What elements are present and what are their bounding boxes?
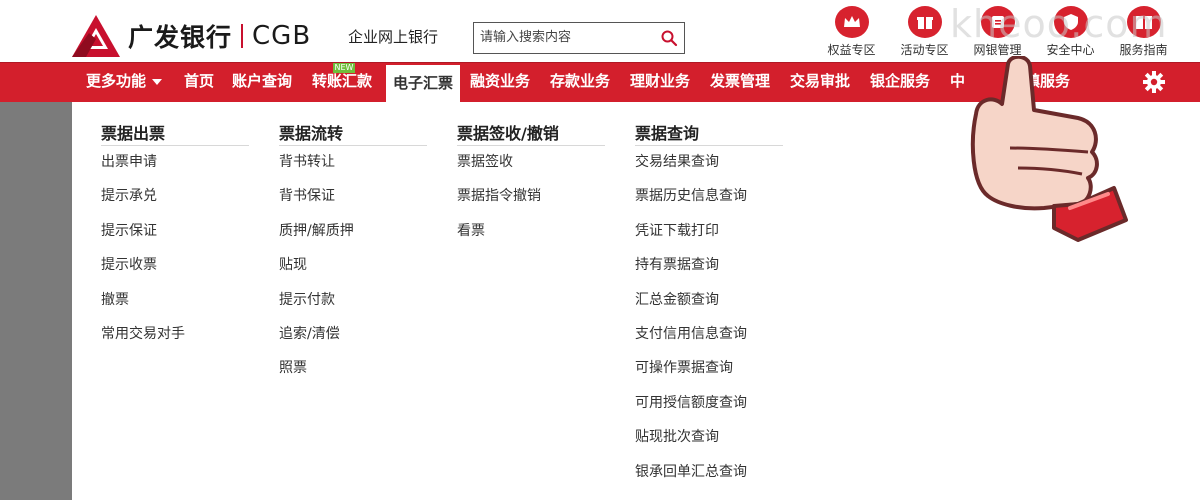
menu-column-title: 票据流转 xyxy=(279,102,427,146)
shortcut-benefits[interactable]: 权益专区 xyxy=(815,6,888,58)
menu-column-query: 票据查询 交易结果查询 票据历史信息查询 凭证下载打印 持有票据查询 汇总金额查… xyxy=(635,102,783,489)
menu-item[interactable]: 交易结果查询 xyxy=(635,145,783,179)
logo-en-text: CGB xyxy=(252,21,312,51)
menu-item[interactable]: 看票 xyxy=(457,214,605,248)
menu-item[interactable]: 常用交易对手 xyxy=(101,317,249,351)
logo-separator xyxy=(241,24,244,48)
gear-icon[interactable] xyxy=(1142,70,1166,94)
nav-item-home[interactable]: 首页 xyxy=(184,63,214,101)
header-bar: 广发银行 CGB 企业网上银行 权益专区 活动专区 网银管理 xyxy=(0,0,1200,62)
menu-item[interactable]: 出票申请 xyxy=(101,145,249,179)
menu-item[interactable]: 背书保证 xyxy=(279,179,427,213)
menu-item[interactable]: 可用授信额度查询 xyxy=(635,386,783,420)
nav-more-functions[interactable]: 更多功能 xyxy=(86,63,163,101)
cgb-logo-icon xyxy=(72,15,120,57)
nav-more-label: 更多功能 xyxy=(86,72,147,90)
menu-item[interactable]: 票据签收 xyxy=(457,145,605,179)
nav-item-invoice[interactable]: 发票管理 xyxy=(710,63,770,101)
menu-item[interactable]: 票据历史信息查询 xyxy=(635,179,783,213)
menu-column-title: 票据出票 xyxy=(101,102,249,146)
nav-item-financing[interactable]: 融资业务 xyxy=(470,63,530,101)
menu-item[interactable]: 提示付款 xyxy=(279,283,427,317)
menu-item[interactable]: 追索/清偿 xyxy=(279,317,427,351)
nav-item-account-query[interactable]: 账户查询 xyxy=(232,63,292,101)
search-icon[interactable] xyxy=(660,29,678,47)
menu-item[interactable]: 票据指令撤销 xyxy=(457,179,605,213)
menu-column-sign-revoke: 票据签收/撤销 票据签收 票据指令撤销 看票 xyxy=(457,102,605,248)
menu-item[interactable]: 汇总金额查询 xyxy=(635,283,783,317)
gift-icon xyxy=(907,6,942,38)
menu-item[interactable]: 贴现 xyxy=(279,248,427,282)
nav-item-e-draft[interactable]: 电子汇票 xyxy=(386,65,461,102)
new-badge: NEW xyxy=(333,63,355,73)
menu-column-title: 票据查询 xyxy=(635,102,783,146)
menu-item[interactable]: 背书转让 xyxy=(279,145,427,179)
menu-item[interactable]: 贴现批次查询 xyxy=(635,420,783,454)
caret-down-icon xyxy=(152,78,163,85)
shortcut-label: 权益专区 xyxy=(827,43,876,57)
menu-item[interactable]: 提示收票 xyxy=(101,248,249,282)
menu-item[interactable]: 撤票 xyxy=(101,283,249,317)
menu-column-circulation: 票据流转 背书转让 背书保证 质押/解质押 贴现 提示付款 追索/清偿 照票 xyxy=(279,102,427,386)
menu-column-issue: 票据出票 出票申请 提示承兑 提示保证 提示收票 撤票 常用交易对手 xyxy=(101,102,249,351)
search-input[interactable] xyxy=(474,23,666,51)
menu-item[interactable]: 凭证下载打印 xyxy=(635,214,783,248)
bank-logo[interactable]: 广发银行 CGB xyxy=(72,14,311,58)
thumbs-up-pointer-icon xyxy=(970,56,1128,242)
menu-item[interactable]: 照票 xyxy=(279,351,427,385)
nav-item-bank-enterprise[interactable]: 银企服务 xyxy=(870,63,930,101)
search-box[interactable] xyxy=(473,22,685,54)
crown-icon xyxy=(834,6,869,38)
menu-item[interactable]: 提示承兑 xyxy=(101,179,249,213)
watermark-text: kheoo.com xyxy=(950,2,1168,46)
logo-cn-text: 广发银行 xyxy=(128,23,233,52)
menu-item[interactable]: 质押/解质押 xyxy=(279,214,427,248)
menu-item[interactable]: 持有票据查询 xyxy=(635,248,783,282)
site-subtitle: 企业网上银行 xyxy=(348,28,439,46)
nav-item-wealth[interactable]: 理财业务 xyxy=(630,63,690,101)
nav-item-approval[interactable]: 交易审批 xyxy=(790,63,850,101)
nav-item-deposit[interactable]: 存款业务 xyxy=(550,63,610,101)
menu-column-title: 票据签收/撤销 xyxy=(457,102,605,146)
menu-item[interactable]: 提示保证 xyxy=(101,214,249,248)
menu-item[interactable]: 支付信用信息查询 xyxy=(635,317,783,351)
menu-item[interactable]: 可操作票据查询 xyxy=(635,351,783,385)
menu-item[interactable]: 银承回单汇总查询 xyxy=(635,455,783,489)
